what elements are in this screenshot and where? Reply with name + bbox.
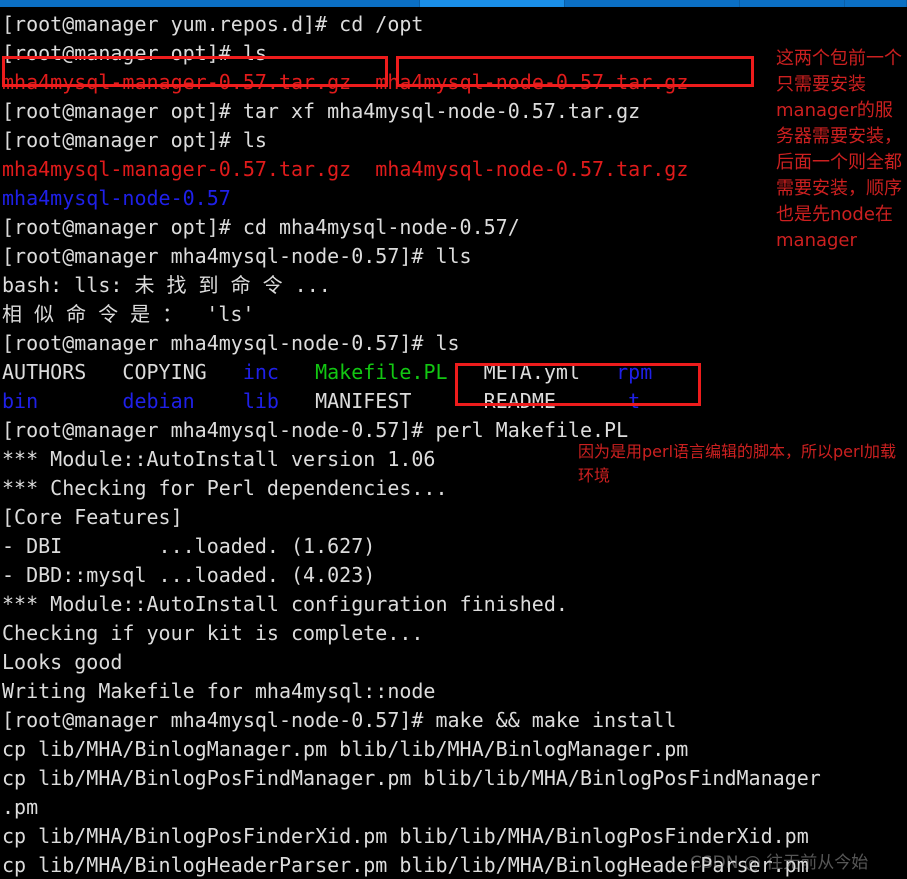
terminal-text: rpm (616, 360, 653, 384)
terminal-text: - DBD::mysql ...loaded. (4.023) (2, 563, 376, 587)
terminal-text: cp lib/MHA/BinlogPosFinderXid.pm blib/li… (2, 824, 809, 848)
terminal-line: - DBD::mysql ...loaded. (4.023) (2, 561, 907, 590)
terminal-text: lib (242, 389, 279, 413)
terminal-line: .pm (2, 793, 907, 822)
terminal-text: Checking if your kit is complete... (2, 621, 424, 645)
terminal-text: Looks good (2, 650, 123, 674)
terminal-line: 相 似 命 令 是 ： 'ls' (2, 300, 907, 329)
terminal-line: AUTHORS COPYING inc Makefile.PL META.yml… (2, 358, 907, 387)
terminal-text: cp lib/MHA/BinlogHeaderParser.pm blib/li… (2, 853, 809, 877)
tab-tab-5[interactable] (845, 0, 907, 7)
terminal-window: [root@manager yum.repos.d]# cd /opt [root… (0, 0, 907, 879)
terminal-line: [root@manager yum.repos.d]# cd /opt (2, 10, 907, 39)
tab-tab-1[interactable] (0, 0, 420, 7)
terminal-line: mha4mysql-manager-0.57.tar.gz mha4mysql-… (2, 68, 907, 97)
terminal-text: mha4mysql-manager-0.57.tar.gz (2, 70, 352, 94)
tab-tab-2[interactable] (420, 0, 565, 7)
terminal-text: - DBI ...loaded. (1.627) (2, 534, 376, 558)
terminal-text: mha4mysql-manager-0.57.tar.gz (2, 157, 352, 181)
tab-bar[interactable] (0, 0, 907, 7)
terminal-line: cp lib/MHA/BinlogPosFinderXid.pm blib/li… (2, 822, 907, 851)
terminal-text: mha4mysql-node-0.57.tar.gz (375, 157, 689, 181)
terminal-text: [root@manager mha4mysql-node-0.57]# lls (2, 244, 472, 268)
terminal-text: bin (2, 389, 39, 413)
terminal-text: *** Checking for Perl dependencies... (2, 476, 448, 500)
annotation-perl-script-note: 因为是用perl语言编辑的脚本，所以perl加载环境 (578, 442, 897, 485)
terminal-line: bash: lls: 未 找 到 命 令 ... (2, 271, 907, 300)
terminal-text: [root@manager mha4mysql-node-0.57]# perl… (2, 418, 629, 442)
annotation-package-install-note: 这两个包前一个只需要安装manager的服务器需要安装，后面一个则全都需要安装，… (776, 48, 902, 251)
terminal-line: Checking if your kit is complete... (2, 619, 907, 648)
terminal-line: cp lib/MHA/BinlogPosFindManager.pm blib/… (2, 764, 907, 793)
terminal-line: bin debian lib MANIFEST README t (2, 387, 907, 416)
terminal-text: MANIFEST README (278, 389, 629, 413)
terminal-line: [root@manager opt]# ls (2, 126, 907, 155)
terminal-text: inc (242, 360, 279, 384)
terminal-text: [root@manager mha4mysql-node-0.57]# ls (2, 331, 460, 355)
terminal-line: [root@manager opt]# ls (2, 39, 907, 68)
terminal-text: Makefile.PL (315, 360, 448, 384)
terminal-text: .pm (2, 795, 39, 819)
terminal-text: AUTHORS COPYING (2, 360, 243, 384)
terminal-text: [root@manager opt]# cd mha4mysql-node-0.… (2, 215, 520, 239)
terminal-text: [Core Features] (2, 505, 183, 529)
terminal-text: *** Module::AutoInstall version 1.06 (2, 447, 436, 471)
tab-tab-3[interactable] (565, 0, 740, 7)
terminal-text: 相 似 命 令 是 ： 'ls' (2, 302, 255, 326)
terminal-text: mha4mysql-node-0.57.tar.gz (375, 70, 689, 94)
terminal-line: cp lib/MHA/BinlogManager.pm blib/lib/MHA… (2, 735, 907, 764)
terminal-line: mha4mysql-node-0.57 (2, 184, 907, 213)
terminal-text: META.yml (447, 360, 617, 384)
tab-tab-4[interactable] (740, 0, 845, 7)
terminal-text: t (628, 389, 641, 413)
terminal-line: - DBI ...loaded. (1.627) (2, 532, 907, 561)
terminal-text: Writing Makefile for mha4mysql::node (2, 679, 436, 703)
terminal-text: mha4mysql-node-0.57 (2, 186, 231, 210)
terminal-text: [root@manager opt]# ls (2, 128, 267, 152)
terminal-line: [root@manager mha4mysql-node-0.57]# ls (2, 329, 907, 358)
terminal-line: [root@manager mha4mysql-node-0.57]# make… (2, 706, 907, 735)
terminal-line: [root@manager opt]# tar xf mha4mysql-nod… (2, 97, 907, 126)
terminal-text: *** Module::AutoInstall configuration fi… (2, 592, 568, 616)
terminal-line: *** Module::AutoInstall configuration fi… (2, 590, 907, 619)
terminal-line: [root@manager mha4mysql-node-0.57]# lls (2, 242, 907, 271)
terminal-text: [root@manager opt]# tar xf mha4mysql-nod… (2, 99, 641, 123)
terminal-text: cp lib/MHA/BinlogManager.pm blib/lib/MHA… (2, 737, 689, 761)
terminal-line: [Core Features] (2, 503, 907, 532)
terminal-line: Writing Makefile for mha4mysql::node (2, 677, 907, 706)
terminal-line: [root@manager opt]# cd mha4mysql-node-0.… (2, 213, 907, 242)
csdn-watermark: CSDN @ 往无前从今始 (690, 853, 869, 873)
terminal-text: [root@manager mha4mysql-node-0.57]# make… (2, 708, 677, 732)
terminal-text: [root@manager yum.repos.d]# cd /opt (2, 12, 424, 36)
terminal-text: [root@manager opt]# ls (2, 41, 267, 65)
terminal-text: cp lib/MHA/BinlogPosFindManager.pm blib/… (2, 766, 821, 790)
terminal-text: bash: lls: 未 找 到 命 令 ... (2, 273, 331, 297)
terminal-line: Looks good (2, 648, 907, 677)
terminal-line: mha4mysql-manager-0.57.tar.gz mha4mysql-… (2, 155, 907, 184)
terminal-text: debian (122, 389, 195, 413)
